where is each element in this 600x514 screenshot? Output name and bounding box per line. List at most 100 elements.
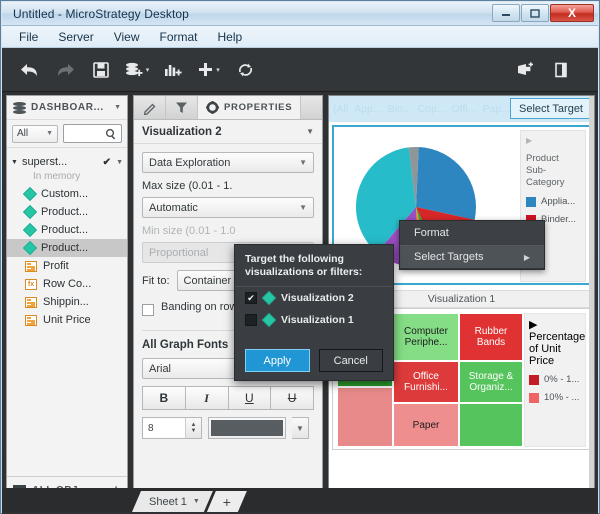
chevron-down-icon[interactable]: ▼ xyxy=(116,159,123,166)
legend-entry[interactable]: 10% - ... xyxy=(529,392,581,403)
font-size-stepper[interactable]: 8 ▲ ▼ xyxy=(142,417,202,439)
menu-server[interactable]: Server xyxy=(49,28,102,46)
dataset-root-status: In memory xyxy=(33,171,81,182)
add-sheet-button[interactable]: + xyxy=(207,491,247,512)
chevron-down-icon[interactable]: ▾ xyxy=(216,66,220,74)
expand-legend-icon[interactable]: ▶ xyxy=(529,318,581,331)
add-icon[interactable]: ▾ xyxy=(196,55,222,85)
undo-icon[interactable] xyxy=(16,55,42,85)
treemap-cell[interactable] xyxy=(459,403,523,447)
attribute-icon xyxy=(22,186,38,202)
list-item[interactable]: Unit Price xyxy=(7,311,127,329)
treemap-cell[interactable] xyxy=(337,387,393,447)
search-input[interactable] xyxy=(63,124,122,143)
list-item[interactable]: Product... xyxy=(7,221,127,239)
treemap-cell[interactable]: Office Furnishi... xyxy=(393,361,459,403)
context-menu-item-format[interactable]: Format xyxy=(400,221,544,245)
data-exploration-select[interactable]: Data Exploration ▼ xyxy=(142,152,314,173)
tab-editor[interactable] xyxy=(134,96,166,119)
treemap-cell[interactable]: Storage & Organiz... xyxy=(459,361,523,403)
underline-button[interactable]: U xyxy=(227,386,272,410)
close-button[interactable]: X xyxy=(550,4,594,22)
legend-swatch xyxy=(529,374,539,385)
gear-icon xyxy=(206,101,219,114)
list-item[interactable]: Custom... xyxy=(7,185,127,203)
tab-properties[interactable]: PROPERTIES xyxy=(198,96,302,119)
tab-filters[interactable] xyxy=(166,96,198,119)
font-family-value: Arial xyxy=(149,362,172,375)
funnel-icon xyxy=(176,102,187,113)
font-color-dropdown[interactable]: ▼ xyxy=(292,417,309,439)
add-data-icon[interactable]: ▾ xyxy=(124,55,150,85)
treemap-cell[interactable]: Rubber Bands xyxy=(459,313,523,361)
refresh-icon[interactable] xyxy=(232,55,258,85)
minimize-button[interactable] xyxy=(492,4,520,22)
list-item[interactable]: Profit xyxy=(7,257,127,275)
menu-format[interactable]: Format xyxy=(150,28,206,46)
add-visualization-icon[interactable] xyxy=(160,55,186,85)
legend-entry[interactable]: 0% - 1... xyxy=(529,374,581,385)
italic-button[interactable]: I xyxy=(184,386,229,410)
banding-checkbox[interactable] xyxy=(142,303,154,316)
stepper-arrows[interactable]: ▲ ▼ xyxy=(185,418,201,438)
filter-item[interactable]: App... xyxy=(354,103,381,115)
dataset-panel: DASHBOAR... ▼ All ▼ ▼ superst... ✔ ▼ In … xyxy=(6,95,128,505)
maximize-button[interactable] xyxy=(521,4,549,22)
list-item-label: Row Co... xyxy=(43,278,92,290)
dataset-root-node[interactable]: ▼ superst... ✔ ▼ xyxy=(7,154,127,170)
dataset-panel-header[interactable]: DASHBOAR... ▼ xyxy=(7,96,127,120)
chevron-down-icon[interactable]: ▼ xyxy=(193,498,200,505)
list-item-label: Unit Price xyxy=(43,314,91,326)
font-size-value[interactable]: 8 xyxy=(143,418,185,438)
context-menu-item-select-targets[interactable]: Select Targets ▶ xyxy=(400,245,544,269)
option-checkbox[interactable] xyxy=(245,314,257,326)
fit-to-value: Container xyxy=(183,274,232,287)
list-item-label: Product... xyxy=(41,224,89,236)
pencil-icon xyxy=(143,103,155,115)
filter-item[interactable]: Offi... xyxy=(452,103,477,115)
panel-icon[interactable] xyxy=(548,55,574,85)
properties-target-row[interactable]: Visualization 2 ▼ xyxy=(134,120,322,144)
filter-item[interactable]: (All xyxy=(333,103,348,115)
dialog-option-row[interactable]: Visualization 1 xyxy=(235,309,393,331)
main-toolbar: ▾ ▾ xyxy=(2,48,598,92)
dialog-option-row[interactable]: ✔ Visualization 2 xyxy=(235,287,393,309)
list-item-label: Profit xyxy=(43,260,69,272)
bold-button[interactable]: B xyxy=(142,386,186,410)
apply-button[interactable]: Apply xyxy=(245,349,310,372)
menu-view[interactable]: View xyxy=(105,28,149,46)
legend-entry[interactable]: Applia... xyxy=(526,196,580,207)
treemap-cell[interactable]: Computer Periphe... xyxy=(393,313,459,361)
chevron-down-icon[interactable]: ▼ xyxy=(11,159,18,166)
max-size-select[interactable]: Automatic ▼ xyxy=(142,197,314,218)
expand-legend-icon[interactable]: ▶ xyxy=(526,136,580,145)
list-item[interactable]: fx Row Co... xyxy=(7,275,127,293)
list-item[interactable]: Product... xyxy=(7,239,127,257)
dataset-tree: ▼ superst... ✔ ▼ In memory Custom... Pro… xyxy=(7,148,127,478)
share-icon[interactable] xyxy=(512,55,538,85)
pie-legend-title: Product Sub-Category xyxy=(526,153,565,188)
dataset-filter-select[interactable]: All ▼ xyxy=(12,124,58,143)
save-icon[interactable] xyxy=(88,55,114,85)
chevron-down-icon[interactable]: ▼ xyxy=(114,104,121,111)
treemap-cell[interactable]: Paper xyxy=(393,403,459,447)
chevron-down-icon[interactable]: ▼ xyxy=(306,127,314,136)
filter-item[interactable]: Cop... xyxy=(418,103,446,115)
list-item[interactable]: Product... xyxy=(7,203,127,221)
dataset-root-label: superst... xyxy=(21,156,68,168)
filter-item[interactable]: Pap... xyxy=(482,103,509,115)
font-color-button[interactable] xyxy=(208,417,286,439)
sheet-tab[interactable]: Sheet 1 ▼ xyxy=(132,491,213,512)
redo-icon[interactable] xyxy=(52,55,78,85)
option-checkbox[interactable]: ✔ xyxy=(245,292,257,304)
list-item[interactable]: Shippin... xyxy=(7,293,127,311)
list-item-label: Custom... xyxy=(41,188,89,200)
strikethrough-button[interactable]: U xyxy=(270,386,314,410)
menu-file[interactable]: File xyxy=(10,28,47,46)
menu-help[interactable]: Help xyxy=(209,28,252,46)
filter-item[interactable]: Bin... xyxy=(388,103,412,115)
cancel-button[interactable]: Cancel xyxy=(318,349,383,372)
canvas-scrollbar[interactable] xyxy=(589,96,594,504)
chevron-down-icon[interactable]: ▾ xyxy=(146,66,150,74)
select-target-button[interactable]: Select Target xyxy=(509,98,592,119)
